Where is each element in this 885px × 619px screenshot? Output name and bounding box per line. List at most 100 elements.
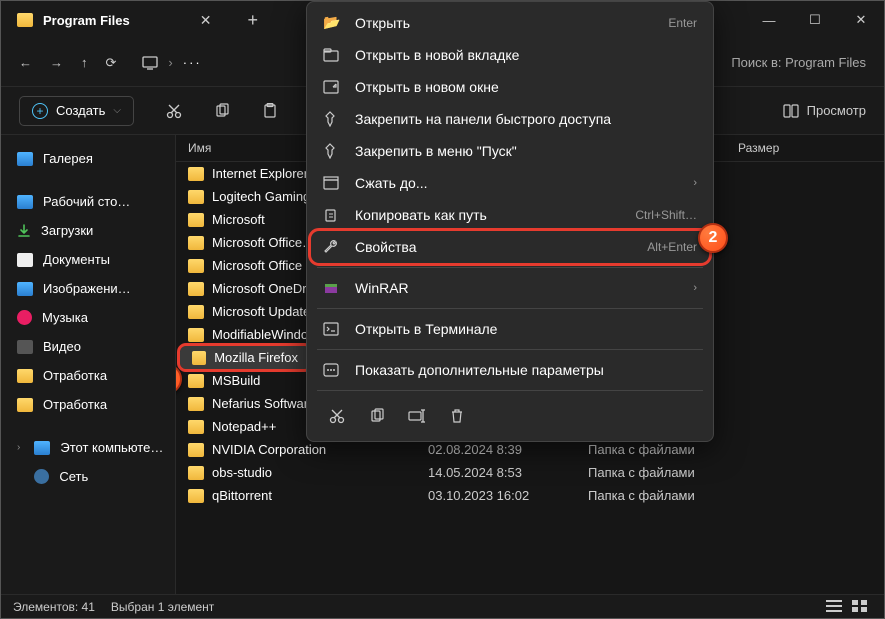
pin-start-icon (323, 143, 341, 159)
folder-open-icon: 📂 (323, 14, 341, 31)
close-tab-icon[interactable]: ✕ (200, 12, 212, 29)
copy-icon[interactable] (214, 103, 252, 119)
folder-icon (188, 443, 204, 457)
menu-pin-quick[interactable]: Закрепить на панели быстрого доступа (311, 103, 709, 135)
list-item[interactable]: qBittorrent03.10.2023 16:02Папка с файла… (176, 484, 884, 507)
menu-label: WinRAR (355, 280, 409, 296)
list-item[interactable]: obs-studio14.05.2024 8:53Папка с файлами (176, 461, 884, 484)
window-controls: — ☐ ✕ (746, 1, 884, 39)
tiles-view-icon[interactable] (850, 598, 872, 616)
pictures-icon (17, 282, 33, 296)
folder-icon (17, 13, 33, 27)
chevron-right-icon: › (17, 442, 20, 453)
sidebar-network[interactable]: ›Сеть (11, 463, 165, 490)
menu-separator (317, 308, 703, 309)
folder-icon (188, 282, 204, 296)
menu-icon-row (311, 395, 709, 437)
copy-icon[interactable] (359, 401, 395, 431)
sidebar-item-label: Сеть (59, 469, 88, 484)
delete-icon[interactable] (439, 401, 475, 431)
context-menu: 📂ОткрытьEnter Открыть в новой вкладке От… (306, 1, 714, 442)
file-name: qBittorrent (212, 488, 272, 503)
document-icon (17, 253, 33, 267)
folder-icon (17, 369, 33, 383)
file-name: Notepad++ (212, 419, 276, 434)
sidebar-gallery[interactable]: Галерея (11, 145, 165, 172)
minimize-button[interactable]: — (746, 1, 792, 39)
details-view-icon[interactable] (824, 598, 846, 616)
file-date: 14.05.2024 8:53 (428, 465, 588, 480)
menu-open-window[interactable]: Открыть в новом окне (311, 71, 709, 103)
close-button[interactable]: ✕ (838, 1, 884, 39)
up-button[interactable]: ↑ (81, 55, 88, 70)
folder-icon (188, 305, 204, 319)
list-item-selected[interactable]: Mozilla Firefox (180, 346, 310, 369)
winrar-icon (323, 281, 341, 295)
menu-terminal[interactable]: Открыть в Терминале (311, 313, 709, 345)
menu-shortcut: Alt+Enter (647, 240, 697, 254)
view-icon (783, 104, 799, 118)
sidebar-folder-2[interactable]: Отработка (11, 391, 165, 418)
search-placeholder[interactable]: Поиск в: Program Files (731, 55, 866, 70)
menu-show-more[interactable]: Показать дополнительные параметры (311, 354, 709, 386)
menu-properties[interactable]: Свойства Alt+Enter (311, 231, 709, 263)
network-icon (34, 469, 49, 484)
paste-icon[interactable] (262, 103, 300, 119)
menu-winrar[interactable]: WinRAR› (311, 272, 709, 304)
gallery-icon (17, 152, 33, 166)
sidebar-item-label: Документы (43, 252, 110, 267)
address-bar[interactable]: › ··· (142, 55, 201, 70)
folder-icon (188, 374, 204, 388)
cut-icon[interactable] (319, 401, 355, 431)
tab-title: Program Files (43, 13, 130, 28)
forward-button[interactable]: → (50, 55, 63, 70)
tab[interactable]: Program Files ✕ (15, 1, 217, 39)
menu-label: Открыть в Терминале (355, 321, 497, 337)
sidebar-music[interactable]: Музыка (11, 304, 165, 331)
sidebar-item-label: Музыка (42, 310, 88, 325)
menu-copy-path[interactable]: Копировать как путьCtrl+Shift… (311, 199, 709, 231)
create-button[interactable]: + Создать ⌵ (19, 96, 134, 126)
archive-icon (323, 176, 341, 190)
column-size[interactable]: Размер (738, 141, 798, 155)
menu-pin-start[interactable]: Закрепить в меню "Пуск" (311, 135, 709, 167)
folder-icon (188, 167, 204, 181)
sidebar-item-label: Этот компьюте… (60, 440, 163, 455)
sidebar-documents[interactable]: Документы (11, 246, 165, 273)
rename-icon[interactable] (399, 401, 435, 431)
sidebar-folder-1[interactable]: Отработка (11, 362, 165, 389)
video-icon (17, 340, 33, 354)
refresh-button[interactable]: ⟳ (106, 55, 117, 71)
wrench-icon (323, 239, 341, 255)
sidebar-thispc[interactable]: › Этот компьюте… (11, 434, 165, 461)
menu-compress[interactable]: Сжать до...› (311, 167, 709, 199)
sidebar-desktop[interactable]: Рабочий сто… (11, 188, 165, 215)
menu-open[interactable]: 📂ОткрытьEnter (311, 6, 709, 39)
folder-icon (188, 420, 204, 434)
more-icon (323, 363, 341, 377)
callout-badge-2: 2 (698, 223, 728, 253)
window-icon (323, 80, 341, 94)
sidebar-pictures[interactable]: Изображени… (11, 275, 165, 302)
sidebar-item-label: Загрузки (41, 223, 93, 238)
view-button[interactable]: Просмотр (783, 103, 866, 118)
new-tab-button[interactable]: + (247, 10, 258, 31)
folder-icon (192, 351, 206, 365)
sidebar-item-label: Видео (43, 339, 81, 354)
file-date: 02.08.2024 8:39 (428, 442, 588, 457)
status-bar: Элементов: 41 Выбран 1 элемент (1, 594, 884, 618)
menu-open-tab[interactable]: Открыть в новой вкладке (311, 39, 709, 71)
file-type: Папка с файлами (588, 465, 738, 480)
menu-label: Закрепить в меню "Пуск" (355, 143, 517, 159)
maximize-button[interactable]: ☐ (792, 1, 838, 39)
menu-label: Свойства (355, 239, 416, 255)
back-button[interactable]: ← (19, 55, 32, 70)
plus-icon: + (32, 103, 48, 119)
sidebar-item-label: Рабочий сто… (43, 194, 130, 209)
cut-icon[interactable] (166, 103, 204, 119)
folder-icon (188, 259, 204, 273)
download-icon (17, 224, 31, 238)
path-more-icon[interactable]: ··· (183, 55, 202, 70)
sidebar-downloads[interactable]: Загрузки (11, 217, 165, 244)
sidebar-video[interactable]: Видео (11, 333, 165, 360)
